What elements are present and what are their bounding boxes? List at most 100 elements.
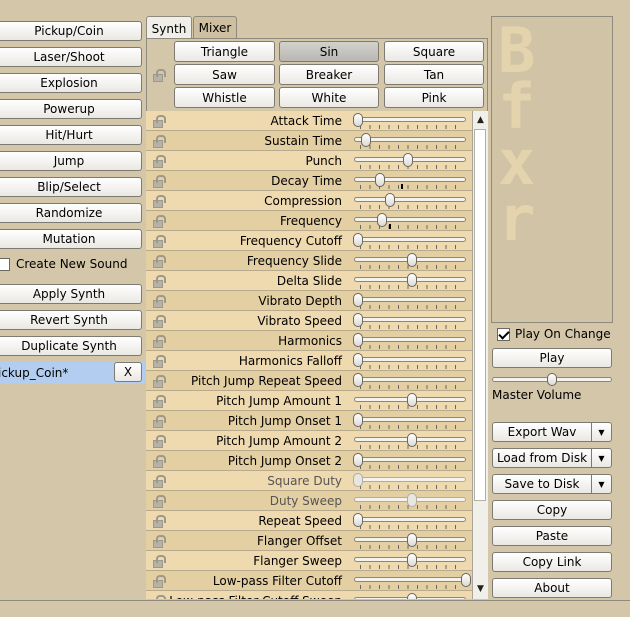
param-lock-icon[interactable] (152, 275, 166, 288)
param-lock-icon[interactable] (152, 215, 166, 228)
param-slider[interactable] (352, 453, 468, 469)
waveform-lock-icon[interactable] (152, 69, 166, 82)
about-button[interactable]: About (492, 578, 612, 598)
duplicate-synth-button[interactable]: Duplicate Synth (0, 336, 142, 356)
slider-knob[interactable] (461, 573, 471, 587)
master-volume-knob[interactable] (547, 373, 557, 386)
param-slider[interactable] (352, 153, 468, 169)
slider-knob[interactable] (353, 373, 363, 387)
apply-synth-button[interactable]: Apply Synth (0, 284, 142, 304)
param-slider[interactable] (352, 133, 468, 149)
copy-link-button[interactable]: Copy Link (492, 552, 612, 572)
param-slider[interactable] (352, 533, 468, 549)
master-volume-slider[interactable] (492, 373, 612, 387)
slider-knob[interactable] (353, 453, 363, 467)
load-from-disk-button[interactable]: Load from Disk (492, 448, 592, 468)
create-new-sound-toggle[interactable]: Create New Sound (0, 255, 127, 273)
param-lock-icon[interactable] (152, 135, 166, 148)
slider-knob[interactable] (353, 513, 363, 527)
parameter-scrollbar[interactable]: ▲ ▼ (472, 111, 488, 599)
param-lock-icon[interactable] (152, 255, 166, 268)
param-lock-icon[interactable] (152, 535, 166, 548)
load-dropdown-icon[interactable]: ▼ (591, 448, 612, 468)
slider-knob[interactable] (407, 553, 417, 567)
waveform-tan-button[interactable]: Tan (384, 64, 484, 85)
waveform-pink-button[interactable]: Pink (384, 87, 484, 108)
play-on-change-checkbox[interactable] (497, 327, 510, 341)
slider-knob[interactable] (374, 173, 385, 187)
slider-knob[interactable] (376, 213, 387, 227)
waveform-square-button[interactable]: Square (384, 41, 484, 62)
param-lock-icon[interactable] (152, 435, 166, 448)
create-new-sound-checkbox[interactable] (0, 257, 10, 271)
param-lock-icon[interactable] (152, 495, 166, 508)
param-slider[interactable] (352, 593, 468, 599)
waveform-saw-button[interactable]: Saw (174, 64, 275, 85)
scroll-thumb[interactable] (474, 129, 486, 501)
scroll-down-icon[interactable]: ▼ (473, 581, 488, 597)
randomize-button[interactable]: Randomize (0, 203, 142, 223)
slider-knob[interactable] (407, 533, 417, 547)
slider-knob[interactable] (407, 433, 417, 447)
scroll-up-icon[interactable]: ▲ (473, 112, 488, 128)
param-lock-icon[interactable] (152, 395, 166, 408)
waveform-white-button[interactable]: White (279, 87, 379, 108)
slider-knob[interactable] (385, 193, 396, 207)
param-lock-icon[interactable] (152, 235, 166, 248)
param-slider[interactable] (352, 173, 468, 189)
param-lock-icon[interactable] (152, 175, 166, 188)
slider-knob[interactable] (402, 153, 413, 167)
param-lock-icon[interactable] (152, 355, 166, 368)
param-lock-icon[interactable] (152, 555, 166, 568)
slider-knob[interactable] (407, 253, 417, 267)
param-lock-icon[interactable] (152, 155, 166, 168)
param-slider[interactable] (352, 193, 468, 209)
param-lock-icon[interactable] (152, 115, 166, 128)
param-slider[interactable] (352, 553, 468, 569)
revert-synth-button[interactable]: Revert Synth (0, 310, 142, 330)
tab-mixer[interactable]: Mixer (193, 16, 237, 38)
param-slider[interactable] (352, 353, 468, 369)
export-dropdown-icon[interactable]: ▼ (591, 422, 612, 442)
param-slider[interactable] (352, 393, 468, 409)
slider-knob[interactable] (360, 133, 371, 147)
param-slider[interactable] (352, 213, 468, 229)
slider-knob[interactable] (353, 333, 363, 347)
remove-sound-button[interactable]: X (114, 362, 142, 382)
waveform-breaker-button[interactable]: Breaker (279, 64, 379, 85)
tab-synth[interactable]: Synth (146, 16, 192, 40)
param-lock-icon[interactable] (152, 295, 166, 308)
param-slider[interactable] (352, 293, 468, 309)
save-to-disk-button[interactable]: Save to Disk (492, 474, 592, 494)
slider-knob[interactable] (353, 413, 363, 427)
slider-knob[interactable] (353, 233, 363, 247)
waveform-sin-button[interactable]: Sin (279, 41, 379, 62)
param-slider[interactable] (352, 333, 468, 349)
save-dropdown-icon[interactable]: ▼ (591, 474, 612, 494)
param-lock-icon[interactable] (152, 415, 166, 428)
slider-knob[interactable] (353, 313, 363, 327)
param-slider[interactable] (352, 313, 468, 329)
param-slider[interactable] (352, 433, 468, 449)
play-button[interactable]: Play (492, 348, 612, 368)
slider-knob[interactable] (353, 353, 363, 367)
jump-button[interactable]: Jump (0, 151, 142, 171)
param-lock-icon[interactable] (152, 475, 166, 488)
param-slider[interactable] (352, 373, 468, 389)
pickup-coin-button[interactable]: Pickup/Coin (0, 21, 142, 41)
copy-button[interactable]: Copy (492, 500, 612, 520)
slider-knob[interactable] (353, 113, 363, 127)
param-lock-icon[interactable] (152, 595, 166, 599)
param-slider[interactable] (352, 233, 468, 249)
waveform-whistle-button[interactable]: Whistle (174, 87, 275, 108)
slider-knob[interactable] (407, 393, 417, 407)
powerup-button[interactable]: Powerup (0, 99, 142, 119)
slider-knob[interactable] (407, 593, 417, 599)
param-lock-icon[interactable] (152, 575, 166, 588)
param-slider[interactable] (352, 413, 468, 429)
paste-button[interactable]: Paste (492, 526, 612, 546)
laser-shoot-button[interactable]: Laser/Shoot (0, 47, 142, 67)
hit-hurt-button[interactable]: Hit/Hurt (0, 125, 142, 145)
param-slider[interactable] (352, 253, 468, 269)
param-lock-icon[interactable] (152, 315, 166, 328)
